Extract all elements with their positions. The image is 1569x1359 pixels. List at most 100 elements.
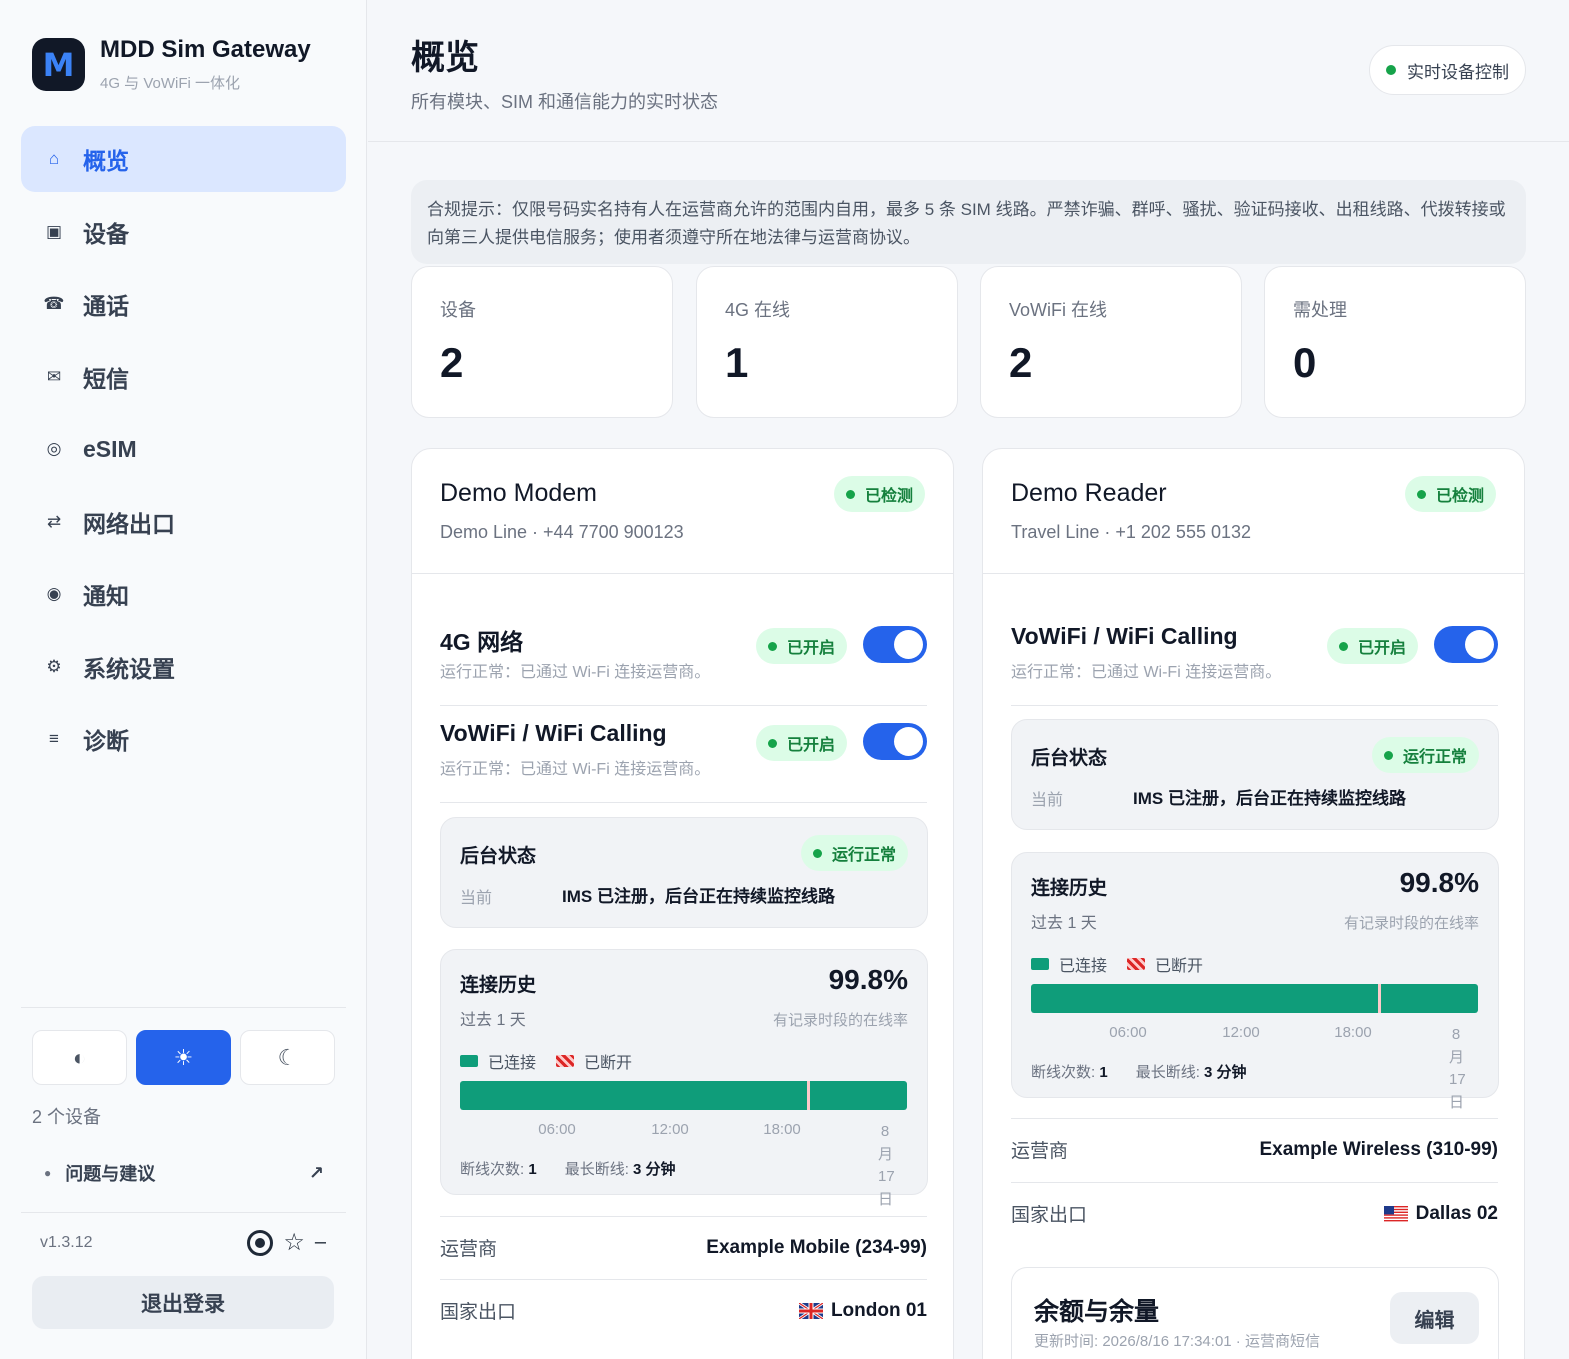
sidebar-item-overview[interactable]: ⌂ 概览 (21, 126, 346, 192)
panel-title: 后台状态 (1031, 748, 1108, 769)
app-logo: M (32, 38, 85, 91)
theme-auto-button[interactable]: ◐ (32, 1030, 127, 1085)
brand: M MDD Sim Gateway 4G 与 VoWiFi 一体化 (32, 36, 311, 93)
moon-icon: ☾ (277, 1044, 298, 1070)
sidebar-item-label: 通知 (83, 583, 129, 609)
longest-label: 最长断线: (564, 1161, 629, 1178)
disconnected-swatch (1127, 958, 1146, 970)
esim-icon: ◎ (46, 439, 62, 458)
theme-light-button[interactable]: ☀ (136, 1030, 231, 1085)
github-icon[interactable] (247, 1229, 274, 1256)
sidebar-item-calls[interactable]: ☎ 通话 (21, 271, 346, 337)
status-badge: 已开启 (755, 725, 847, 761)
outage-mark (807, 1081, 811, 1110)
time-tick: 18:00 (763, 1121, 801, 1138)
sidebar-item-devices[interactable]: ▣ 设备 (21, 199, 346, 265)
vowifi-toggle[interactable] (863, 723, 927, 760)
stat-value: 0 (1293, 339, 1317, 386)
stat-card-4g-online: 4G 在线 1 (696, 266, 958, 418)
longest-value: 3 分钟 (633, 1161, 676, 1178)
history-range: 过去 1 天 (460, 1012, 526, 1029)
background-status-panel: 后台状态 运行正常 当前 IMS 已注册，后台正在持续监控线路 (440, 817, 928, 928)
carrier-label: 运营商 (440, 1239, 498, 1260)
badge-label: 已开启 (1357, 640, 1406, 657)
device-line: Demo Line · +44 7700 900123 (440, 522, 684, 542)
service-row-vowifi: VoWiFi / WiFi Calling 运行正常：已通过 Wi-Fi 连接运… (440, 706, 927, 803)
star-icon[interactable]: ☆ (283, 1228, 305, 1257)
sidebar-item-esim[interactable]: ◎ eSIM (21, 416, 346, 482)
sidebar-item-label: 通话 (83, 293, 129, 319)
page-header: 概览 所有模块、SIM 和通信能力的实时状态 实时设备控制 (368, 0, 1569, 142)
sidebar-item-label: 短信 (83, 365, 129, 392)
sidebar-item-notifications[interactable]: ◉ 通知 (21, 561, 346, 627)
background-status-panel: 后台状态 运行正常 当前 IMS 已注册，后台正在持续监控线路 (1011, 719, 1499, 830)
history-footer: 断线次数: 1 最长断线: 3 分钟 (1031, 1061, 1275, 1082)
badge-label: 已检测 (1435, 488, 1484, 505)
carrier-label: 运营商 (1011, 1141, 1069, 1162)
history-legend: 已连接 已断开 (1031, 952, 1203, 976)
service-row-4g: 4G 网络 运行正常：已通过 Wi-Fi 连接运营商。 已开启 (440, 609, 927, 706)
stat-label: VoWiFi 在线 (1009, 300, 1108, 320)
bullet-icon: ● (44, 1166, 52, 1180)
connected-swatch (460, 1055, 478, 1067)
drops-value: 1 (1099, 1064, 1108, 1081)
page-subtitle: 所有模块、SIM 和通信能力的实时状态 (411, 92, 719, 112)
vowifi-toggle[interactable] (1434, 626, 1498, 663)
legend-label: 已连接 (1059, 958, 1108, 975)
status-dot-icon (1383, 750, 1393, 760)
version-row: v1.3.12 ☆ – (40, 1228, 326, 1257)
drops-label: 断线次数: (460, 1161, 525, 1178)
theme-dark-button[interactable]: ☾ (240, 1030, 335, 1085)
time-tick: 06:00 (1109, 1024, 1147, 1041)
live-device-control-button[interactable]: 实时设备控制 (1369, 45, 1526, 95)
balance-updated: 更新时间: 2026/8/16 17:34:01 · 运营商短信 (1034, 1333, 1320, 1350)
version-label: v1.3.12 (40, 1233, 93, 1251)
stat-value: 2 (440, 339, 464, 386)
service-row-vowifi: VoWiFi / WiFi Calling 运行正常：已通过 Wi-Fi 连接运… (1011, 609, 1498, 706)
service-title: 4G 网络 (440, 629, 524, 655)
panel-title: 后台状态 (460, 846, 537, 867)
logout-button[interactable]: 退出登录 (32, 1276, 334, 1329)
sidebar-item-network-exit[interactable]: ⇄ 网络出口 (21, 489, 346, 555)
compliance-notice: 合规提示：仅限号码实名持有人在运营商允许的范围内自用，最多 5 条 SIM 线路… (411, 180, 1526, 264)
drops-value: 1 (528, 1161, 537, 1178)
device-line: Travel Line · +1 202 555 0132 (1011, 522, 1252, 542)
uptime-percent: 99.8% (828, 964, 908, 995)
service-title: VoWiFi / WiFi Calling (440, 720, 667, 746)
device-count: 2 个设备 (32, 1107, 102, 1127)
badge-label: 已开启 (786, 640, 835, 657)
sidebar-item-label: eSIM (83, 435, 137, 462)
uptime-label: 有记录时段的在线率 (772, 1012, 908, 1029)
sidebar-item-diagnostics[interactable]: ≡ 诊断 (21, 706, 346, 772)
edit-balance-button[interactable]: 编辑 (1390, 1292, 1479, 1344)
app-subtitle: 4G 与 VoWiFi 一体化 (100, 75, 241, 92)
outage-mark (1378, 984, 1382, 1013)
history-bar (460, 1081, 907, 1110)
legend-label: 已连接 (488, 1055, 537, 1072)
carrier-value: Example Mobile (234-99) (706, 1236, 927, 1258)
stat-label: 需处理 (1293, 300, 1347, 320)
status-dot-icon (845, 489, 855, 499)
badge-label: 已检测 (864, 488, 913, 505)
sidebar-item-settings[interactable]: ⚙ 系统设置 (21, 634, 346, 700)
stat-label: 4G 在线 (725, 300, 791, 320)
service-desc: 运行正常：已通过 Wi-Fi 连接运营商。 (1011, 664, 1282, 681)
current-value: IMS 已注册，后台正在持续监控线路 (1133, 789, 1406, 808)
contrast-icon: ◐ (72, 1044, 87, 1070)
carrier-value: Example Wireless (310-99) (1259, 1138, 1498, 1160)
time-tick: 12:00 (651, 1121, 689, 1138)
status-dot-icon (1386, 65, 1396, 75)
sidebar-item-sms[interactable]: ✉ 短信 (21, 344, 346, 410)
stat-value: 2 (1009, 339, 1033, 386)
feedback-link[interactable]: ● 问题与建议 ↗ (44, 1160, 324, 1186)
service-desc: 运行正常：已通过 Wi-Fi 连接运营商。 (440, 761, 711, 778)
uk-flag-icon (798, 1302, 823, 1319)
feedback-label: 问题与建议 (65, 1164, 156, 1184)
current-label: 当前 (460, 890, 493, 907)
time-tick: 12:00 (1222, 1024, 1260, 1041)
home-icon: ⌂ (48, 149, 60, 168)
sidebar-item-label: 网络出口 (83, 510, 175, 537)
current-value: IMS 已注册，后台正在持续监控线路 (562, 887, 835, 906)
connection-history-panel: 连接历史 过去 1 天 99.8% 有记录时段的在线率 已连接 已断开 06:0… (1011, 852, 1499, 1111)
4g-toggle[interactable] (863, 626, 927, 663)
